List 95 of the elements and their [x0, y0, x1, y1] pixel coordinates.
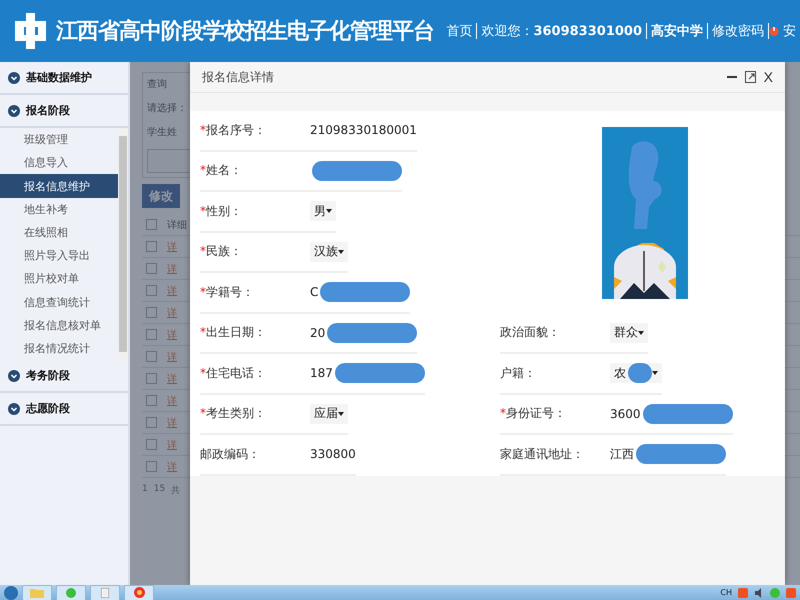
chat-icon[interactable]	[56, 584, 86, 600]
required-mark: *	[200, 244, 206, 258]
field-label: 家庭通讯地址：	[500, 446, 584, 461]
required-mark: *	[200, 406, 206, 420]
site-title: 江西省高中阶段学校招生电子化管理平台	[56, 18, 435, 46]
panel-legend: 查询	[147, 77, 167, 91]
language-indicator[interactable]: CH	[720, 588, 732, 597]
start-icon[interactable]	[4, 586, 18, 600]
menu-item[interactable]: 地生补考	[0, 198, 118, 221]
field-label: 学籍号：	[206, 284, 254, 299]
nav-link[interactable]: 高安中学	[647, 22, 707, 40]
checkbox[interactable]	[146, 439, 157, 450]
minimize-icon[interactable]	[726, 76, 737, 78]
field-label: 户籍：	[500, 366, 536, 380]
folder-icon[interactable]	[22, 584, 52, 600]
scrollbar[interactable]	[118, 128, 128, 360]
caret-icon	[338, 248, 344, 255]
field-value: 187	[310, 366, 333, 380]
chevron-icon	[8, 402, 20, 414]
checkbox[interactable]	[146, 373, 157, 384]
document-icon[interactable]	[90, 584, 120, 600]
pager-text: 共	[171, 484, 180, 497]
caret-icon	[326, 208, 332, 214]
checkbox[interactable]	[146, 417, 157, 428]
required-mark: *	[200, 284, 206, 299]
required-mark: *	[500, 406, 506, 420]
field-label: 政治面貌：	[500, 325, 560, 340]
field-label: 考生类别：	[206, 406, 266, 420]
field-label: 身份证号：	[506, 406, 566, 420]
field-value: 江西	[610, 446, 634, 463]
checkbox[interactable]	[146, 307, 157, 318]
checkbox[interactable]	[146, 219, 157, 230]
nav-link[interactable]: 安	[779, 22, 800, 40]
menu-group[interactable]: 报名阶段	[0, 95, 128, 128]
nav-link[interactable]: 首页	[442, 22, 476, 40]
select-field[interactable]: 群众	[610, 322, 648, 343]
menu-item[interactable]: 报名信息核对单	[0, 314, 118, 337]
field-label: 性别：	[206, 204, 242, 218]
caret-icon	[338, 410, 344, 417]
field-value: 3600	[610, 406, 641, 421]
menu-item[interactable]: 在线照相	[0, 220, 118, 244]
menu-item[interactable]: 班级管理	[0, 128, 118, 152]
select-field[interactable]: 农	[610, 363, 662, 384]
field-label: 姓名：	[206, 163, 242, 178]
nav-link[interactable]: 修改密码	[708, 22, 768, 40]
field-value: C	[310, 285, 318, 300]
field-value: 20	[310, 326, 326, 340]
field-label: 出生日期：	[206, 325, 266, 340]
checkbox[interactable]	[146, 241, 157, 252]
column-header: 详细	[167, 218, 187, 232]
field-label: 报名序号：	[206, 122, 266, 137]
chevron-icon	[8, 104, 20, 116]
chevron-icon	[8, 370, 20, 382]
tray-icon[interactable]	[738, 588, 748, 598]
close-button[interactable]: X	[764, 69, 773, 85]
field-label: 住宅电话：	[206, 366, 266, 380]
menu-group[interactable]: 志愿阶段	[0, 393, 128, 426]
menu-item[interactable]: 信息查询统计	[0, 290, 118, 314]
menu-item[interactable]: 照片导入导出	[0, 244, 118, 268]
required-mark: *	[200, 325, 206, 340]
checkbox[interactable]	[146, 395, 157, 406]
power-icon	[769, 25, 779, 37]
field-label: 民族：	[206, 244, 242, 258]
name-label: 学生姓	[147, 126, 177, 139]
checkbox[interactable]	[146, 329, 157, 340]
select-field[interactable]: 应届	[310, 404, 348, 424]
field-label: 邮政编码：	[200, 446, 260, 461]
select-label: 请选择：	[147, 102, 187, 115]
checkbox[interactable]	[146, 263, 157, 274]
menu-group[interactable]: 基础数据维护	[0, 62, 128, 95]
checkbox[interactable]	[146, 351, 157, 362]
checkbox[interactable]	[146, 461, 157, 472]
required-mark: *	[200, 204, 206, 218]
field-value: 330800	[310, 447, 356, 462]
maximize-icon[interactable]	[744, 71, 756, 83]
checkbox[interactable]	[146, 285, 157, 296]
caret-icon	[638, 330, 644, 336]
select-field[interactable]: 男	[310, 201, 336, 222]
menu-item[interactable]: 信息导入	[0, 151, 118, 174]
browser-icon[interactable]	[124, 584, 154, 600]
field-value: 21098330180001	[310, 123, 417, 138]
menu-item[interactable]: 报名情况统计	[0, 336, 118, 360]
menu-item[interactable]: 报名信息维护	[0, 174, 118, 198]
menu-item[interactable]: 照片校对单	[0, 267, 118, 290]
required-mark: *	[200, 366, 206, 380]
volume-icon[interactable]	[754, 588, 764, 598]
required-mark: *	[200, 122, 206, 137]
select-field[interactable]: 汉族	[310, 242, 348, 262]
nav-link[interactable]: 欢迎您：360983301000	[477, 22, 646, 40]
pager-text: 1	[142, 484, 148, 496]
required-mark: *	[200, 163, 206, 178]
dialog-title: 报名信息详情	[202, 68, 275, 86]
menu-group[interactable]: 考务阶段	[0, 360, 128, 393]
pager-text: 15	[154, 484, 166, 496]
chevron-icon	[8, 72, 20, 84]
